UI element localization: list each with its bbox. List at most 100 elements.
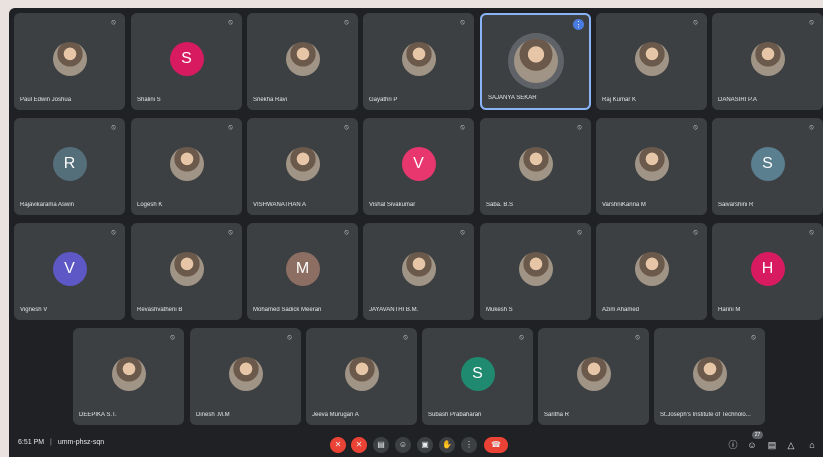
participant-photo [692, 357, 727, 391]
hand-icon: ✋ [442, 440, 452, 449]
info-icon: ⓘ [728, 440, 738, 450]
participant-photo [344, 357, 379, 391]
more-options-button[interactable]: ⋮ [461, 437, 477, 453]
participant-tile[interactable]: VarshniKanna M ⦸ [596, 118, 707, 215]
participant-tile[interactable]: M Mohamed Sadick Meeran ⦸ [247, 223, 358, 320]
mic-muted-icon: ⦸ [460, 19, 465, 26]
people-icon: ☺ [747, 440, 757, 450]
participant-photo [401, 42, 436, 76]
participant-tile[interactable]: Saba. B.S ⦸ [480, 118, 591, 215]
emoji-icon: ☺ [398, 440, 408, 449]
participant-name: VISHWANATHAN A [253, 202, 307, 208]
participant-tile[interactable]: Snekha Ravi ⦸ [247, 13, 358, 110]
mic-muted-icon: ⦸ [460, 124, 465, 131]
participant-tile[interactable]: S Subash Prabaharan ⦸ [422, 328, 533, 425]
mic-muted-icon: ⦸ [228, 124, 233, 131]
people-button[interactable]: ☺ [745, 437, 759, 453]
participant-tile[interactable]: SAJANYA SEKAR ⋮ [480, 13, 591, 110]
mic-muted-icon: ⦸ [344, 124, 349, 131]
activities-button[interactable]: △ [784, 437, 798, 453]
mic-muted-icon: ⦸ [228, 229, 233, 236]
participant-tile[interactable]: Gayathri P ⦸ [363, 13, 474, 110]
mic-muted-icon: ⦸ [577, 229, 582, 236]
participant-photo [285, 147, 320, 181]
mic-off-button[interactable]: ✕ [330, 437, 346, 453]
participant-tile[interactable]: S Shalini S ⦸ [131, 13, 242, 110]
participant-name: St.Joseph's Institute of Technolo... [660, 412, 751, 418]
leave-call-button[interactable]: ☎ [484, 437, 508, 453]
captions-icon: ▤ [377, 440, 385, 449]
lock-icon: ⌂ [809, 440, 815, 450]
mic-muted-icon: ⦸ [403, 334, 408, 341]
participant-count-badge: 27 [752, 431, 763, 439]
participant-photo [169, 147, 204, 181]
captions-button[interactable]: ▤ [373, 437, 389, 453]
participant-name: Harini M [718, 307, 741, 313]
speaking-icon: ⋮ [573, 19, 584, 30]
participant-name: Shalini S [137, 97, 161, 103]
participant-tile[interactable]: Revashvatheni B ⦸ [131, 223, 242, 320]
mic-muted-icon: ⦸ [751, 334, 756, 341]
camera-off-button[interactable]: ✕ [351, 437, 367, 453]
participant-tile[interactable]: Logesh K ⦸ [131, 118, 242, 215]
participant-tile[interactable]: Saritha R ⦸ [538, 328, 649, 425]
mic-muted-icon: ⦸ [693, 124, 698, 131]
participant-tile[interactable]: H Harini M ⦸ [712, 223, 823, 320]
participant-tile[interactable]: R Rajavikarama Aswin ⦸ [14, 118, 125, 215]
mic-muted-icon: ⦸ [519, 334, 524, 341]
mic-off-icon: ✕ [334, 440, 342, 449]
participant-name: Azim Ahamed [602, 307, 640, 313]
activities-icon: △ [787, 440, 795, 450]
separator: | [50, 439, 52, 446]
participant-tile[interactable]: V Vignesh V ⦸ [14, 223, 125, 320]
participant-tile[interactable]: JAYAVANTHI B.M. ⦸ [363, 223, 474, 320]
participant-name: JAYAVANTHI B.M. [369, 307, 419, 313]
mic-muted-icon: ⦸ [287, 334, 292, 341]
host-controls-button[interactable]: ⌂ [805, 437, 819, 453]
participant-initial-avatar: H [750, 252, 785, 286]
participant-initial-avatar: R [52, 147, 87, 181]
mic-muted-icon: ⦸ [111, 124, 116, 131]
mic-muted-icon: ⦸ [809, 229, 814, 236]
participant-name: Mohamed Sadick Meeran [253, 307, 322, 313]
participant-tile[interactable]: Paul Edwin Joshua ⦸ [14, 13, 125, 110]
emoji-button[interactable]: ☺ [395, 437, 411, 453]
participant-name: DEEPIKA S.T. [79, 412, 117, 418]
participant-name: Vignesh V [20, 307, 48, 313]
participant-tile[interactable]: St.Joseph's Institute of Technolo... ⦸ [654, 328, 765, 425]
participant-photo [518, 252, 553, 286]
participant-initial-avatar: S [169, 42, 204, 76]
participant-photo [52, 42, 87, 76]
participant-tile[interactable]: DEEPIKA S.T. ⦸ [73, 328, 184, 425]
raise-hand-button[interactable]: ✋ [439, 437, 455, 453]
participant-photo [634, 252, 669, 286]
end-call-icon: ☎ [491, 440, 501, 449]
participant-tile[interactable]: Raj Kumar K ⦸ [596, 13, 707, 110]
chat-button[interactable]: ▤ [765, 437, 779, 453]
participant-initial-avatar: M [285, 252, 320, 286]
participant-tile[interactable]: Jeeva Murugan A ⦸ [306, 328, 417, 425]
participant-name: Saivarshini R [718, 202, 754, 208]
participant-tile[interactable]: VISHWANATHAN A ⦸ [247, 118, 358, 215]
participant-photo [634, 147, 669, 181]
mic-muted-icon: ⦸ [635, 334, 640, 341]
participant-name: Revashvatheni B [137, 307, 183, 313]
present-button[interactable]: ▣ [417, 437, 433, 453]
mic-muted-icon: ⦸ [228, 19, 233, 26]
participant-photo [285, 42, 320, 76]
meeting-info: 6:51 PM | umm-phsz-sqn [18, 439, 104, 446]
participant-photo [111, 357, 146, 391]
participant-tile[interactable]: V Vishal Sivakumar ⦸ [363, 118, 474, 215]
participant-photo [513, 39, 558, 83]
present-icon: ▣ [421, 440, 429, 449]
mic-muted-icon: ⦸ [170, 334, 175, 341]
info-button[interactable]: ⓘ [726, 437, 740, 453]
participant-tile[interactable]: DANASIRI P.A ⦸ [712, 13, 823, 110]
participant-tile[interactable]: Mukesh S ⦸ [480, 223, 591, 320]
participant-name: SAJANYA SEKAR [488, 95, 537, 101]
camera-off-icon: ✕ [355, 440, 363, 449]
participant-tile[interactable]: Azim Ahamed ⦸ [596, 223, 707, 320]
participant-name: DANASIRI P.A [718, 97, 757, 103]
participant-tile[interactable]: Dinesh .M.M ⦸ [190, 328, 301, 425]
participant-tile[interactable]: S Saivarshini R ⦸ [712, 118, 823, 215]
